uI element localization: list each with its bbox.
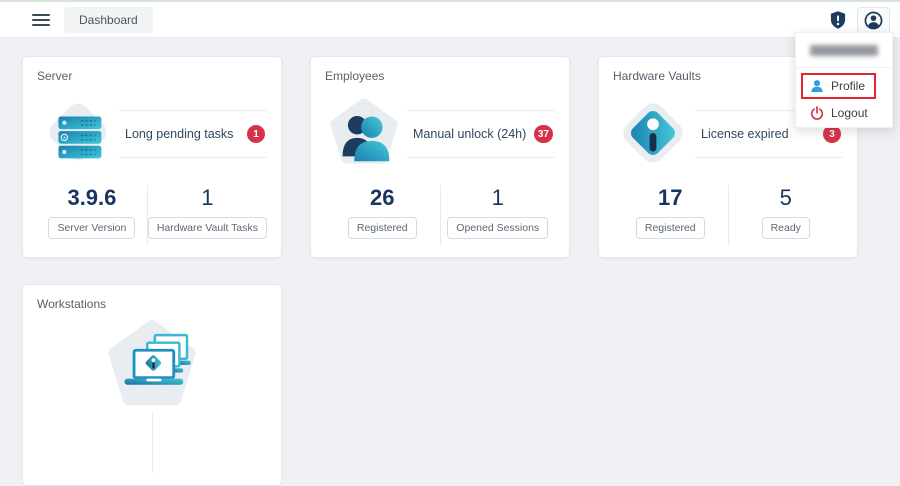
stat-registered: 17 Registered (613, 185, 728, 245)
profile-label: Profile (831, 79, 865, 93)
stat-value: 1 (441, 185, 556, 210)
stat-label-pill[interactable]: Opened Sessions (447, 217, 548, 239)
menu-item-logout[interactable]: Logout (810, 106, 885, 120)
server-stack-icon (37, 95, 115, 173)
profile-annotation-highlight: Profile (801, 73, 876, 99)
hamburger-menu-icon[interactable] (32, 14, 50, 26)
stat-label-pill[interactable]: Server Version (48, 217, 135, 239)
card-stats: 3.9.6 Server Version 1 Hardware Vault Ta… (37, 185, 267, 245)
card-employees: Employees Manual un (310, 56, 570, 258)
shield-exclamation-icon (828, 9, 848, 31)
stat-label-pill[interactable]: Registered (636, 217, 705, 239)
stat-hardware-vault-tasks: 1 Hardware Vault Tasks (147, 185, 267, 245)
user-account-button[interactable] (857, 7, 890, 34)
menu-divider (796, 67, 892, 68)
card-title: Workstations (37, 297, 267, 311)
menu-item-profile[interactable]: Profile (810, 79, 865, 93)
card-stats: 26 Registered 1 Opened Sessions (325, 185, 555, 245)
alert-count-badge: 1 (247, 125, 265, 143)
user-dropdown-menu: Profile Logout (795, 32, 893, 128)
stat-value: 1 (148, 185, 267, 210)
redacted-user-email (810, 45, 878, 56)
card-stats (37, 413, 267, 473)
stat-label-pill[interactable]: Registered (348, 217, 417, 239)
alert-label: License expired (701, 127, 789, 141)
employees-icon (325, 95, 403, 173)
stat-left (37, 413, 152, 473)
alert-count-badge: 37 (534, 125, 553, 143)
stat-value: 26 (325, 185, 440, 210)
profile-person-icon (810, 79, 824, 93)
stat-registered: 26 Registered (325, 185, 440, 245)
stat-label-pill[interactable]: Hardware Vault Tasks (148, 217, 267, 239)
stat-value: 3.9.6 (37, 185, 147, 210)
hardware-vault-icon (613, 95, 691, 173)
stat-ready: 5 Ready (728, 185, 844, 245)
stat-label-pill[interactable]: Ready (762, 217, 810, 239)
card-title: Employees (325, 69, 555, 83)
card-title: Server (37, 69, 267, 83)
workstations-icon (100, 317, 204, 409)
stat-value: 17 (613, 185, 728, 210)
alert-label: Manual unlock (24h) (413, 127, 526, 141)
stat-opened-sessions: 1 Opened Sessions (440, 185, 556, 245)
card-stats: 17 Registered 5 Ready (613, 185, 843, 245)
logout-label: Logout (831, 106, 868, 120)
tab-dashboard[interactable]: Dashboard (64, 7, 153, 33)
alerts-shield-button[interactable] (828, 9, 848, 31)
stat-value: 5 (729, 185, 844, 210)
stat-server-version: 3.9.6 Server Version (37, 185, 147, 245)
dashboard-screen: Dashboard (0, 0, 900, 420)
alert-manual-unlock[interactable]: Manual unlock (24h) 37 (407, 110, 555, 158)
alert-label: Long pending tasks (125, 127, 233, 141)
logout-power-icon (810, 106, 824, 120)
alert-long-pending-tasks[interactable]: Long pending tasks 1 (119, 110, 267, 158)
topbar: Dashboard (0, 2, 900, 38)
user-circle-icon (863, 10, 884, 31)
card-workstations: Workstations (22, 284, 282, 486)
card-server: Server (22, 56, 282, 258)
stat-right (152, 413, 268, 473)
